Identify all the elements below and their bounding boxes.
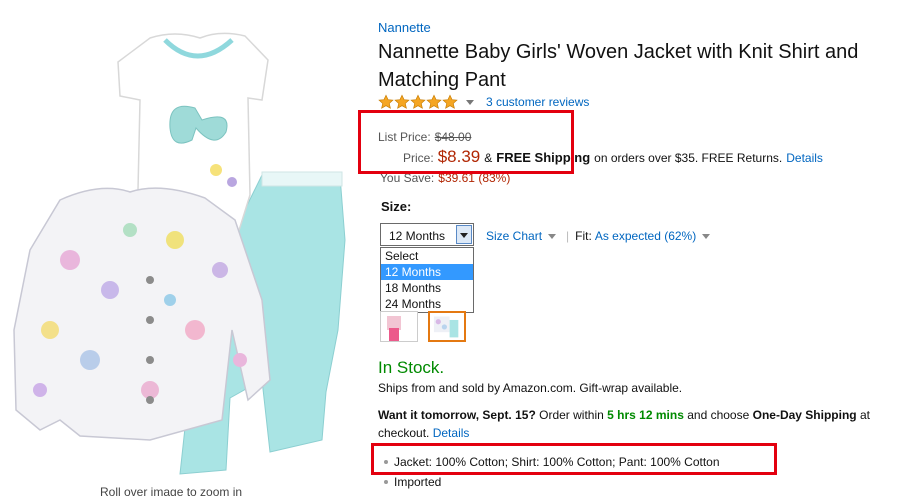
image-zoom-caption: Roll over image to zoom in <box>100 485 243 496</box>
order-within: Order within <box>539 408 604 422</box>
choose-text: and choose <box>687 408 750 422</box>
color-swatch-pink[interactable] <box>380 311 418 342</box>
shipping-terms: on orders over $35. FREE Returns. <box>594 151 783 165</box>
color-swatch-aqua[interactable] <box>428 311 466 342</box>
free-shipping-text: FREE Shipping <box>496 150 591 165</box>
size-option[interactable]: 18 Months <box>381 280 473 296</box>
list-price-label: List Price: <box>378 130 431 144</box>
size-label: Size: <box>381 199 412 214</box>
feature-bullet: Jacket: 100% Cotton; Shirt: 100% Cotton;… <box>384 454 720 474</box>
size-option[interactable]: 24 Months <box>381 296 473 312</box>
fit-caret-icon[interactable] <box>702 233 711 239</box>
time-left: 5 hrs 12 mins <box>607 408 684 422</box>
price-row: Price: $8.39 & FREE Shipping on orders over … <box>403 147 823 167</box>
pants-waistband <box>261 171 343 187</box>
you-save-value: $39.61 (83%) <box>438 171 511 185</box>
fit-link[interactable]: As expected (62%) <box>595 229 696 243</box>
price-label: Price: <box>403 151 434 165</box>
want-it-tomorrow: Want it tomorrow, Sept. 15? <box>378 408 536 422</box>
star-icon <box>426 94 442 110</box>
product-title: Nannette Baby Girls' Woven Jacket with K… <box>378 41 859 91</box>
divider: | <box>566 229 570 243</box>
star-icon <box>442 94 458 110</box>
product-image[interactable] <box>0 0 362 482</box>
rating-row: 3 customer reviews <box>378 94 589 110</box>
one-day-shipping: One-Day Shipping <box>752 408 857 422</box>
list-price-value: $48.00 <box>434 130 472 144</box>
star-icon <box>378 94 394 110</box>
you-save: You Save: $39.61 (83%) <box>380 171 510 185</box>
delivery-message: Want it tomorrow, Sept. 15? Order within… <box>378 406 902 442</box>
jacket-illustration <box>13 187 271 441</box>
star-icon <box>394 94 410 110</box>
size-chart-link[interactable]: Size Chart <box>486 229 542 243</box>
size-chart-row: Size Chart | Fit: As expected (62%) <box>486 229 720 243</box>
dropdown-arrow-icon[interactable] <box>456 225 472 244</box>
fit-label: Fit: <box>575 229 592 243</box>
size-select-value: 12 Months <box>389 229 446 243</box>
size-select[interactable]: 12 Months <box>380 223 474 246</box>
delivery-details-link[interactable]: Details <box>433 426 470 440</box>
feature-bullets: Jacket: 100% Cotton; Shirt: 100% Cotton;… <box>384 454 720 494</box>
you-save-label: You Save: <box>380 171 435 185</box>
stock-status: In Stock. <box>378 358 445 377</box>
brand-link[interactable]: Nannette <box>378 20 431 35</box>
fit-info: Fit: As expected (62%) <box>575 229 696 243</box>
shipping-details-link[interactable]: Details <box>786 151 823 165</box>
star-rating[interactable] <box>378 94 458 110</box>
size-option[interactable]: 12 Months <box>381 264 473 280</box>
price-value: $8.39 <box>437 147 481 166</box>
size-option[interactable]: Select <box>381 248 473 264</box>
rating-dropdown-caret-icon[interactable] <box>466 99 474 105</box>
size-dropdown-list: Select 12 Months 18 Months 24 Months <box>380 247 474 313</box>
shipping-amp: & <box>484 151 493 165</box>
size-chart-caret-icon[interactable] <box>548 233 557 239</box>
ships-from-text: Ships from and sold by Amazon.com. Gift-… <box>378 381 683 395</box>
customer-reviews-link[interactable]: 3 customer reviews <box>486 95 589 109</box>
star-icon <box>410 94 426 110</box>
list-price: List Price: $48.00 <box>378 130 471 144</box>
feature-bullet: Imported <box>384 474 720 494</box>
